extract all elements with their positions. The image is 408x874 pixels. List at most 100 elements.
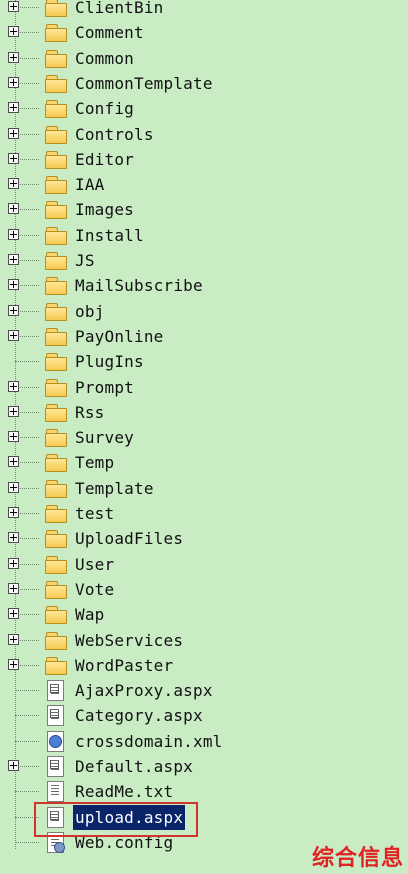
tree-folder-item[interactable]: CommonTemplate [0,71,400,96]
folder-icon [45,631,67,650]
tree-folder-item[interactable]: Wap [0,602,400,627]
folder-icon [45,24,67,43]
expand-plus-icon[interactable] [8,178,19,190]
expand-plus-icon[interactable] [8,76,19,88]
tree-folder-item[interactable]: Common [0,46,400,71]
tree-file-item[interactable]: ReadMe.txt [0,779,400,804]
expand-plus-icon[interactable] [8,279,19,291]
folder-icon [45,555,67,574]
tree-folder-item[interactable]: Prompt [0,375,400,400]
tree-folder-item[interactable]: Install [0,223,400,248]
expand-plus-icon[interactable] [8,431,19,443]
tree-folder-item[interactable]: test [0,501,400,526]
tree-folder-item[interactable]: Template [0,476,400,501]
tree-folder-item[interactable]: Images [0,197,400,222]
expand-plus-icon[interactable] [8,658,19,670]
tree-folder-item[interactable]: Temp [0,450,400,475]
folder-icon [45,74,67,93]
expand-plus-icon[interactable] [8,608,19,620]
folder-icon [45,429,67,448]
folder-icon [45,656,67,675]
tree-folder-item[interactable]: Rss [0,400,400,425]
tree-folder-item[interactable]: Vote [0,577,400,602]
expand-plus-icon[interactable] [8,582,19,594]
tree-item-label: Default.aspx [75,757,193,776]
tree-folder-item[interactable]: WebServices [0,628,400,653]
folder-icon [45,454,67,473]
expand-plus-icon[interactable] [8,304,19,316]
expand-plus-icon[interactable] [8,532,19,544]
tree-branch-line [15,715,39,717]
tree-folder-item[interactable]: IAA [0,172,400,197]
expand-plus-icon[interactable] [8,329,19,341]
tree-file-item[interactable]: Default.aspx [0,754,400,779]
folder-icon [45,479,67,498]
expand-plus-icon[interactable] [8,102,19,114]
expand-plus-icon[interactable] [8,228,19,240]
tree-folder-item[interactable]: obj [0,299,400,324]
tree-item-label: Images [75,200,134,220]
expand-plus-icon[interactable] [8,127,19,139]
tree-item-label: Vote [75,579,115,599]
tree-folder-item[interactable]: User [0,552,400,577]
tree-item-label: Prompt [75,377,134,397]
tree-branch-line [15,690,39,692]
tree-folder-item[interactable]: MailSubscribe [0,273,400,298]
tree-folder-item[interactable]: WordPaster [0,653,400,678]
expand-plus-icon[interactable] [8,481,19,493]
expand-plus-icon[interactable] [8,633,19,645]
tree-folder-item[interactable]: Survey [0,425,400,450]
folder-icon [45,353,67,372]
expand-plus-icon[interactable] [8,254,19,265]
tree-folder-item[interactable]: Comment [0,20,400,45]
tree-item-label: Comment [75,23,144,43]
text-file-icon [47,781,65,803]
tree-item-label: PayOnline [75,326,164,346]
expand-plus-icon[interactable] [8,203,19,215]
tree-branch-line [15,361,39,363]
folder-icon [45,0,67,17]
expand-plus-icon[interactable] [8,507,19,518]
tree-file-item[interactable]: crossdomain.xml [0,729,400,754]
folder-icon [45,226,67,245]
folder-icon [45,252,67,270]
tree-folder-item[interactable]: Editor [0,147,400,172]
tree-item-label: test [75,504,115,523]
expand-plus-icon[interactable] [8,380,19,392]
folder-icon [45,327,67,346]
tree-branch-line [15,841,39,843]
tree-item-label: Controls [75,124,154,144]
aspx-file-icon [47,756,65,777]
watermark: 综合信息 [311,846,404,871]
expand-plus-icon[interactable] [8,26,19,38]
expand-plus-icon[interactable] [8,1,19,12]
expand-plus-icon[interactable] [8,152,19,164]
tree-folder-item[interactable]: JS [0,248,400,273]
tree-folder-item[interactable]: UploadFiles [0,526,400,551]
tree-file-item[interactable]: Category.aspx [0,703,400,728]
tree-item-label: IAA [75,175,105,195]
folder-icon [45,100,67,119]
expand-plus-icon[interactable] [8,456,19,468]
tree-folder-item[interactable]: Config [0,96,400,121]
tree-branch-line [15,740,39,742]
tree-item-label: crossdomain.xml [75,731,223,751]
expand-plus-icon[interactable] [8,760,19,771]
expand-plus-icon[interactable] [8,405,19,417]
folder-icon [45,403,67,422]
tree-item-label: Editor [75,149,134,169]
folder-icon [45,606,67,625]
expand-plus-icon[interactable] [8,557,19,569]
tree-branch-line [15,791,39,793]
tree-folder-item[interactable]: Controls [0,122,400,147]
folder-icon [45,580,67,599]
tree-folder-item[interactable]: PayOnline [0,324,400,349]
expand-plus-icon[interactable] [8,51,19,63]
tree-folder-item[interactable]: PlugIns [0,349,400,374]
tree-item-label: ClientBin [75,0,164,17]
tree-folder-item[interactable]: ClientBin [0,0,400,20]
folder-icon [45,505,67,523]
folder-icon [45,176,67,195]
tree-file-item[interactable]: AjaxProxy.aspx [0,678,400,703]
tree-item-label: Install [75,225,144,245]
